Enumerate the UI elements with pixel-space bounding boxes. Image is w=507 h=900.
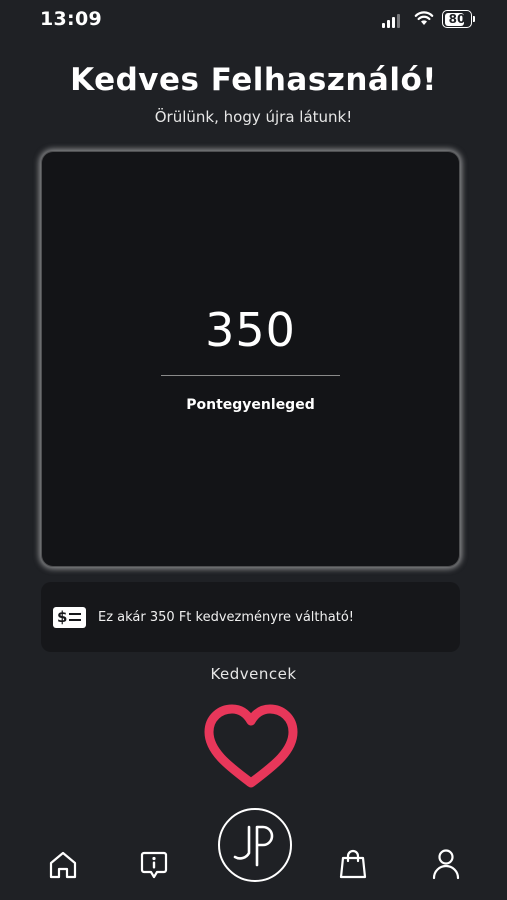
cellular-signal-icon — [382, 14, 400, 28]
points-card: 350 Pontegyenleged — [41, 151, 460, 567]
status-time: 13:09 — [40, 8, 102, 30]
points-label: Pontegyenleged — [186, 397, 315, 413]
discount-text: Ez akár 350 Ft kedvezményre váltható! — [98, 609, 354, 625]
shopping-bag-icon — [339, 849, 367, 879]
favorites-label: Kedvencek — [210, 665, 297, 683]
nav-home-button[interactable] — [46, 848, 80, 882]
dollar-card-icon: $ — [53, 606, 86, 628]
wifi-icon — [414, 11, 434, 25]
points-divider — [161, 375, 340, 376]
nav-shop-button[interactable] — [336, 846, 370, 882]
nav-info-button[interactable] — [137, 848, 171, 882]
jp-logo-icon — [233, 825, 274, 867]
nav-loyalty-card-button[interactable] — [218, 808, 292, 882]
home-icon — [49, 851, 77, 879]
battery-level: 80 — [448, 12, 466, 26]
status-bar: 13:09 80 — [0, 0, 507, 44]
nav-profile-button[interactable] — [428, 846, 464, 882]
greeting-subtitle: Örülünk, hogy újra látunk! — [154, 108, 353, 126]
battery-tip — [473, 16, 475, 22]
app-screen: 13:09 80 Kedves Felhasználó! Örülünk, ho… — [0, 0, 507, 900]
battery-icon: 80 — [442, 10, 472, 28]
heart-icon[interactable] — [203, 703, 299, 791]
discount-banner[interactable]: $ Ez akár 350 Ft kedvezményre váltható! — [41, 582, 460, 652]
greeting-title: Kedves Felhasználó! — [70, 62, 437, 98]
points-value: 350 — [205, 303, 296, 357]
info-chat-icon — [140, 851, 168, 879]
profile-icon — [432, 849, 460, 880]
